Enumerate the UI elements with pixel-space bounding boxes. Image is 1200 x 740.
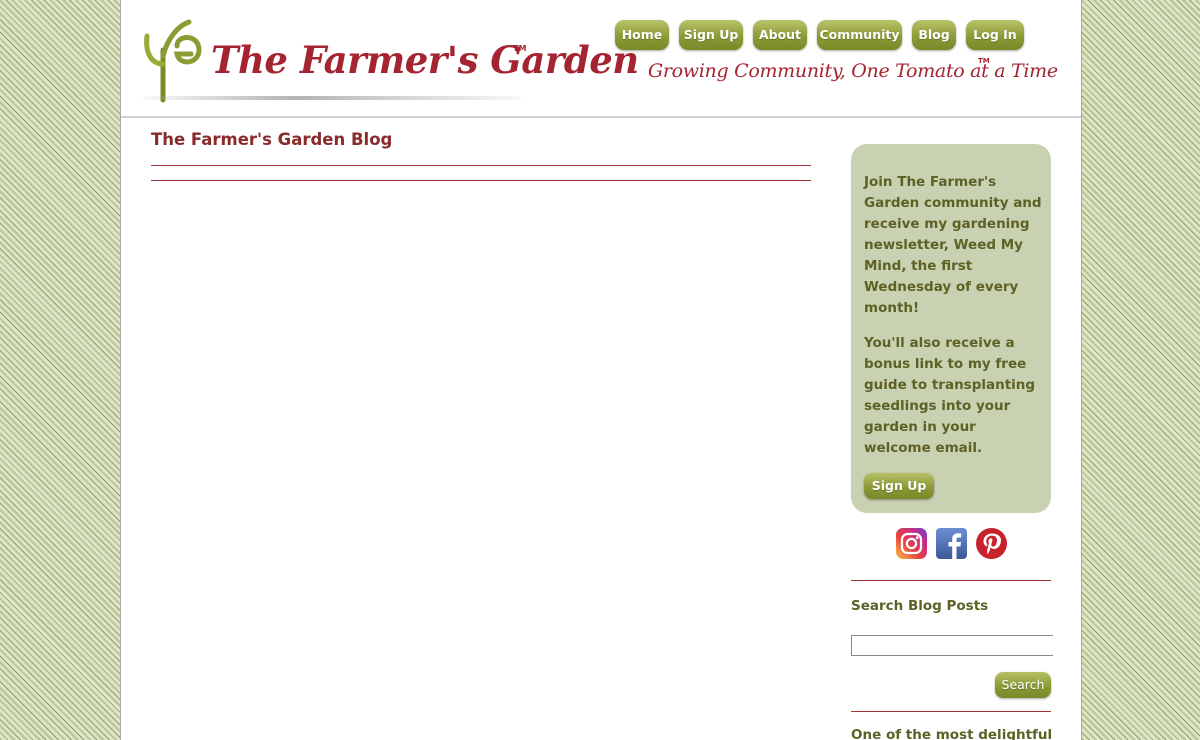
logo-text: The Farmer's Garden [211,38,639,82]
sprout-logo-icon [144,19,202,103]
site-header: The Farmer's Garden TM Home Sign Up Abou… [121,0,1081,118]
nav-home-button[interactable]: Home [615,20,669,50]
nav-signup-button[interactable]: Sign Up [679,20,743,50]
nav-about-button[interactable]: About [753,20,807,50]
site-logo[interactable]: The Farmer's Garden TM [137,12,639,104]
newsletter-signup-box: Join The Farmer's Garden community and r… [851,144,1051,513]
sidebar-divider-1 [851,580,1051,581]
nav-login-button[interactable]: Log In [966,20,1024,50]
page-container: The Farmer's Garden TM Home Sign Up Abou… [120,0,1082,740]
sidebar-divider-2 [851,711,1051,712]
nav-blog-button[interactable]: Blog [912,20,956,50]
logo-underline [143,96,521,100]
signup-text-2: You'll also receive a bonus link to my f… [864,335,1036,456]
sidebar-bottom-heading: One of the most delightful [851,727,1053,740]
sidebar-signup-button[interactable]: Sign Up [864,473,934,499]
facebook-icon[interactable] [936,528,967,559]
search-input[interactable] [851,635,1053,656]
title-divider-top [151,165,811,166]
search-heading: Search Blog Posts [851,598,989,614]
pinterest-icon[interactable] [976,528,1007,559]
logo-trademark: TM [513,44,527,53]
nav-community-button[interactable]: Community [817,20,902,50]
tagline-trademark: TM [978,57,990,65]
title-divider-bottom [151,180,811,181]
site-tagline: Growing Community, One Tomato at a Time [648,60,1058,82]
signup-text-1: Join The Farmer's Garden community and r… [864,174,1042,316]
instagram-icon[interactable] [896,528,927,559]
page-title: The Farmer's Garden Blog [151,130,393,149]
search-button[interactable]: Search [995,672,1051,698]
